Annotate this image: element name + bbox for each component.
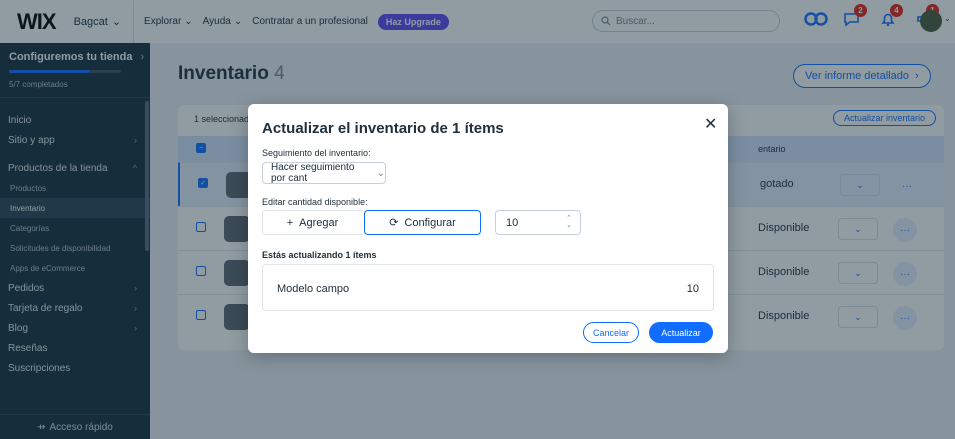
modal-title: Actualizar el inventario de 1 ítems	[262, 120, 504, 137]
tracking-value: Hacer seguimiento por cant	[271, 162, 355, 184]
chevron-down-icon: ⌄	[376, 167, 385, 179]
quantity-value: 10	[506, 216, 519, 229]
updating-items-label: Estás actualizando 1 ítems	[262, 250, 377, 260]
add-mode-button[interactable]: + Agregar	[262, 210, 362, 235]
cancel-button[interactable]: Cancelar	[583, 322, 639, 343]
list-item: Modelo campo 10	[262, 264, 714, 311]
update-button[interactable]: Actualizar	[649, 322, 713, 343]
stepper-arrows-icon[interactable]: ⌃ ⌄	[566, 215, 572, 229]
configure-mode-label: Configurar	[404, 216, 456, 229]
sync-icon: ⟳	[389, 217, 399, 229]
item-name: Modelo campo	[277, 283, 350, 295]
item-quantity: 10	[686, 283, 699, 295]
add-mode-label: Agregar	[299, 216, 339, 229]
plus-icon: +	[286, 216, 294, 229]
quantity-stepper[interactable]: 10 ⌃ ⌄	[495, 210, 581, 235]
tracking-dropdown[interactable]: Hacer seguimiento por cant ⌄	[262, 162, 386, 184]
close-icon[interactable]: ✕	[704, 114, 717, 134]
edit-quantity-label: Editar cantidad disponible:	[262, 197, 368, 207]
update-inventory-modal: Actualizar el inventario de 1 ítems ✕ Se…	[248, 104, 728, 353]
configure-mode-button[interactable]: ⟳ Configurar	[364, 210, 481, 235]
tracking-label: Seguimiento del inventario:	[262, 148, 371, 158]
